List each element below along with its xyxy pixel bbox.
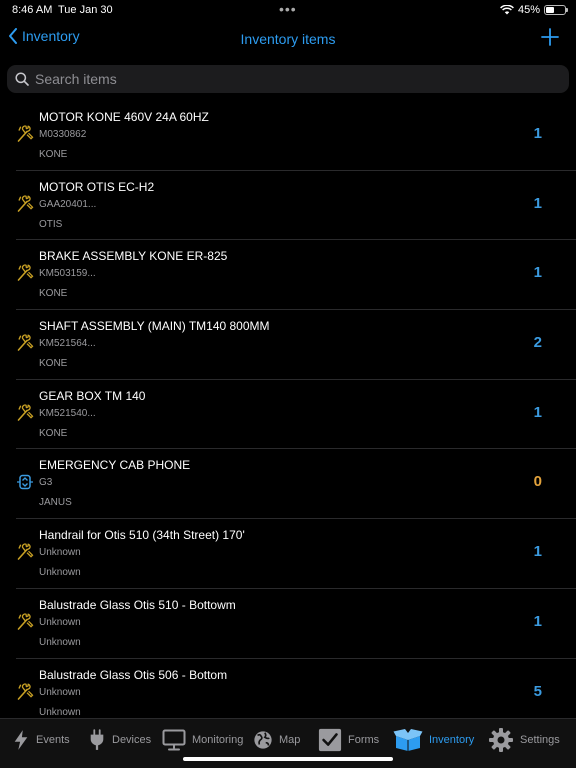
item-code: KM521564... (39, 338, 96, 350)
bolt-icon (12, 726, 30, 754)
item-manufacturer: KONE (39, 427, 68, 439)
item-quantity: 2 (533, 334, 542, 352)
wrench-icon (16, 682, 34, 701)
tab-label: Settings (520, 734, 560, 746)
item-code: Unknown (39, 686, 81, 698)
page-title: Inventory items (240, 31, 336, 47)
monitor-icon (162, 726, 186, 754)
plug-icon (88, 726, 106, 754)
item-code: Unknown (39, 616, 81, 628)
item-quantity: 1 (533, 125, 542, 142)
wrench-icon (16, 264, 34, 282)
tab-label: Devices (112, 734, 152, 746)
item-quantity: 1 (533, 194, 542, 212)
tab-label: Events (36, 734, 70, 746)
item-manufacturer: Unknown (39, 706, 81, 718)
item-code: Unknown (39, 547, 81, 559)
item-manufacturer: KONE (39, 358, 68, 370)
item-name: SHAFT ASSEMBLY (MAIN) TM140 800MM (39, 319, 270, 334)
tab-inventory[interactable]: Inventory (393, 726, 474, 754)
item-code: KM503159... (39, 268, 96, 280)
item-code: GAA20401... (39, 198, 97, 210)
list-item[interactable]: MOTOR KONE 460V 24A 60HZ M0330862 KONE 1 (16, 101, 576, 171)
checkbox-icon (318, 726, 342, 754)
wrench-icon (16, 195, 34, 213)
list-item[interactable]: GEAR BOX TM 140 KM521540... KONE 1 (16, 380, 576, 450)
item-code: KM521540... (39, 407, 96, 419)
battery-icon (544, 5, 568, 15)
item-name: Handrail for Otis 510 (34th Street) 170' (39, 528, 245, 543)
item-quantity: 1 (533, 543, 542, 561)
item-quantity: 5 (533, 682, 542, 700)
tab-label: Monitoring (192, 734, 244, 746)
item-quantity: 1 (533, 264, 542, 282)
list-item[interactable]: SHAFT ASSEMBLY (MAIN) TM140 800MM KM52156… (16, 310, 576, 380)
list-item[interactable]: MOTOR OTIS EC-H2 GAA20401... OTIS 1 (16, 171, 576, 241)
tab-label: Forms (348, 734, 380, 746)
tab-map[interactable]: Map (253, 726, 300, 754)
item-name: GEAR BOX TM 140 (39, 388, 146, 403)
gear-icon (488, 726, 514, 754)
tab-monitoring[interactable]: Monitoring (162, 726, 243, 754)
item-name: EMERGENCY CAB PHONE (39, 458, 191, 473)
item-quantity: 0 (533, 473, 542, 491)
battery-fill (546, 7, 555, 13)
search-bar[interactable] (7, 65, 569, 93)
status-indicators: 45% (500, 4, 568, 16)
globe-icon (253, 726, 273, 754)
tab-devices[interactable]: Devices (88, 726, 151, 754)
wifi-icon (500, 5, 514, 15)
tab-label: Map (279, 734, 301, 746)
status-date: Tue Jan 30 (58, 4, 113, 16)
inventory-list[interactable]: MOTOR KONE 460V 24A 60HZ M0330862 KONE 1 MOT… (0, 101, 576, 718)
home-indicator[interactable] (183, 757, 393, 761)
list-item[interactable]: EMERGENCY CAB PHONE G3 JANUS 0 (16, 449, 576, 520)
wrench-icon (16, 334, 34, 352)
item-name: BRAKE ASSEMBLY KONE ER-825 (39, 249, 228, 264)
tab-forms[interactable]: Forms (318, 726, 379, 754)
elevator-icon (16, 473, 34, 491)
wrench-icon (16, 404, 34, 422)
item-name: Balustrade Glass Otis 506 - Bottom (39, 667, 228, 682)
item-name: MOTOR OTIS EC-H2 (39, 179, 155, 194)
item-manufacturer: JANUS (39, 497, 72, 509)
item-manufacturer: KONE (39, 149, 68, 160)
list-item[interactable]: Balustrade Glass Otis 510 - Bottowm Unkno… (16, 589, 576, 659)
wrench-icon (16, 543, 34, 561)
navigation-bar: Inventory Inventory items (0, 24, 576, 54)
item-manufacturer: Unknown (39, 636, 81, 648)
search-icon (15, 72, 29, 86)
battery-percent: 45% (517, 4, 540, 16)
list-item[interactable]: BRAKE ASSEMBLY KONE ER-825 KM503159... KON… (16, 240, 576, 311)
item-quantity: 1 (533, 612, 542, 630)
item-code: G3 (39, 477, 53, 489)
wrench-icon (16, 613, 34, 631)
add-icon[interactable] (540, 27, 560, 47)
box-icon (393, 726, 423, 754)
status-bar: 8:46 AM Tue Jan 30 ••• 45% (0, 0, 576, 20)
wrench-icon (16, 125, 34, 143)
item-name: Balustrade Glass Otis 510 - Bottowm (39, 597, 236, 612)
search-input[interactable] (35, 71, 535, 87)
item-manufacturer: OTIS (39, 218, 63, 230)
item-manufacturer: KONE (39, 288, 68, 300)
tab-events[interactable]: Events (12, 726, 70, 754)
status-time: 8:46 AM (12, 4, 53, 16)
multitask-dots[interactable]: ••• (279, 1, 297, 17)
tab-label: Inventory (429, 734, 475, 746)
item-quantity: 1 (533, 403, 542, 421)
list-item[interactable]: Balustrade Glass Otis 506 - Bottom Unknow… (16, 659, 576, 719)
tab-settings[interactable]: Settings (488, 726, 560, 754)
list-item[interactable]: Handrail for Otis 510 (34th Street) 170'… (16, 519, 576, 589)
item-manufacturer: Unknown (39, 567, 81, 579)
item-name: MOTOR KONE 460V 24A 60HZ (39, 110, 209, 124)
item-code: M0330862 (39, 129, 87, 140)
